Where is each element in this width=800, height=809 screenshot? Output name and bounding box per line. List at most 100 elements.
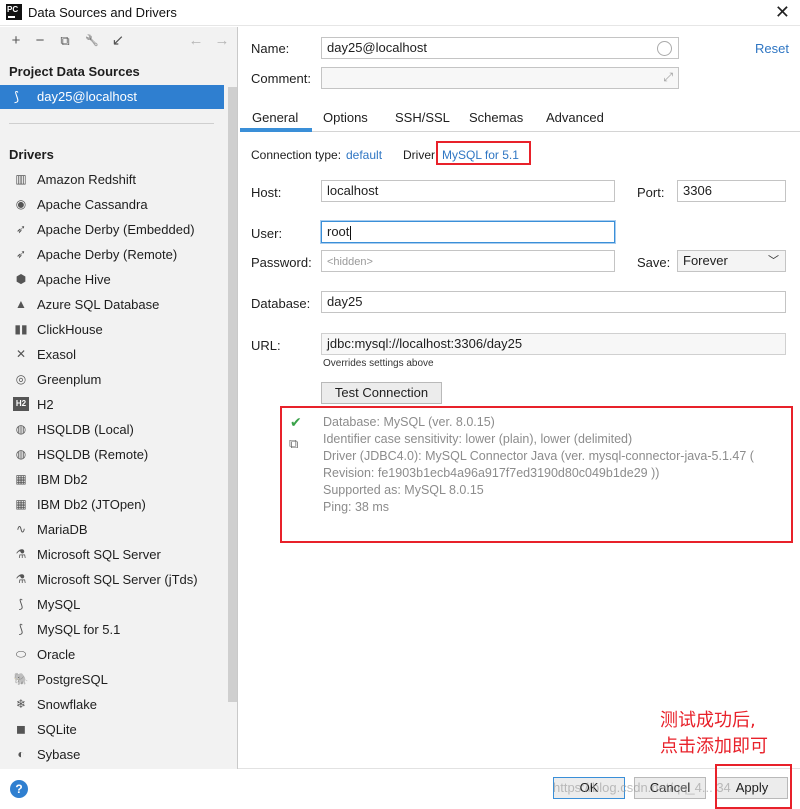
driver-label: Amazon Redshift — [37, 172, 136, 187]
driver-item[interactable]: ◐ Sybase — [0, 742, 228, 767]
cancel-button[interactable]: Cancel — [634, 777, 706, 799]
result-line: Database: MySQL (ver. 8.0.15) — [323, 415, 495, 429]
driver-label: Azure SQL Database — [37, 297, 160, 312]
driver-item[interactable]: ▲ Azure SQL Database — [0, 292, 228, 317]
driver-item[interactable]: ➶ Apache Derby (Embedded) — [0, 217, 228, 242]
help-icon[interactable]: ? — [10, 780, 28, 798]
port-label: Port: — [637, 185, 665, 200]
driver-item[interactable]: ❄ Snowflake — [0, 692, 228, 717]
driver-item[interactable]: ▥ Amazon Redshift — [0, 167, 228, 192]
url-field[interactable]: jdbc:mysql://localhost:3306/day25 — [321, 333, 786, 355]
derby-icon: ➶ — [15, 222, 27, 236]
cancel-label: Cancel — [649, 780, 691, 795]
drivers-heading: Drivers — [9, 147, 54, 162]
driver-item[interactable]: ▮▮ ClickHouse — [0, 317, 228, 342]
driver-item[interactable]: ◉ Apache Cassandra — [0, 192, 228, 217]
driver-item[interactable]: ⚗ Microsoft SQL Server — [0, 542, 228, 567]
annotation-line: 点击添加即可 — [660, 736, 768, 757]
driver-item[interactable]: ◍ HSQLDB (Remote) — [0, 442, 228, 467]
driver-label: HSQLDB (Remote) — [37, 447, 149, 462]
tab-ssh-ssl[interactable]: SSH/SSL — [395, 110, 450, 125]
section-divider — [9, 123, 214, 124]
derby-icon: ➶ — [15, 247, 27, 261]
driver-label: Oracle — [37, 647, 76, 662]
driver-item[interactable]: ⬢ Apache Hive — [0, 267, 228, 292]
driver-label: Sybase — [37, 747, 81, 762]
driver-item[interactable]: ⟆ MySQL for 5.1 — [0, 617, 228, 642]
driver-item[interactable]: 🐘 PostgreSQL — [0, 667, 228, 692]
back-arrow-icon[interactable]: ← — [188, 33, 204, 49]
driver-item[interactable]: ∿ MariaDB — [0, 517, 228, 542]
driver-item[interactable]: ⚗ Microsoft SQL Server (jTds) — [0, 567, 228, 592]
driver-item[interactable]: ◼ SQLite — [0, 717, 228, 742]
cassandra-icon: ◉ — [15, 197, 27, 211]
driver-item[interactable]: ⬭ Oracle — [0, 642, 228, 667]
title-bar: PC Data Sources and Drivers ✕ — [0, 0, 800, 26]
mssql-icon: ⚗ — [15, 547, 27, 561]
driver-label: Apache Derby (Remote) — [37, 247, 178, 262]
driver-label: IBM Db2 — [37, 472, 88, 487]
name-field[interactable]: day25@localhost — [321, 37, 679, 59]
driver-item[interactable]: ◎ Greenplum — [0, 367, 228, 392]
mariadb-icon: ∿ — [15, 522, 27, 536]
name-label: Name: — [251, 41, 290, 56]
driver-item[interactable]: ◍ HSQLDB (Local) — [0, 417, 228, 442]
password-field[interactable]: <hidden> — [321, 250, 615, 272]
driver-item[interactable]: H2 H2 — [0, 392, 228, 417]
host-field[interactable]: localhost — [321, 180, 615, 202]
tab-general[interactable]: General — [252, 110, 298, 125]
add-icon[interactable]: + — [8, 33, 24, 49]
port-field[interactable]: 3306 — [677, 180, 786, 202]
text-cursor — [350, 225, 352, 240]
driver-label: Driver: — [403, 148, 439, 162]
sqlite-icon: ◼ — [16, 722, 26, 736]
apply-button[interactable]: Apply — [716, 777, 788, 799]
ok-button[interactable]: OK — [553, 777, 625, 799]
save-select[interactable]: Forever ﹀ — [677, 250, 786, 272]
test-connection-button[interactable]: Test Connection — [321, 382, 442, 404]
test-connection-label: Test Connection — [334, 385, 429, 400]
driver-item[interactable]: ▦ IBM Db2 — [0, 467, 228, 492]
comment-field[interactable]: ⤢ — [321, 67, 679, 89]
driver-label: PostgreSQL — [37, 672, 108, 687]
driver-label: Exasol — [37, 347, 77, 362]
driver-item[interactable]: ✕ Exasol — [0, 342, 228, 367]
duplicate-icon[interactable]: ⧉ — [57, 33, 73, 49]
connection-type-link[interactable]: default — [346, 148, 382, 162]
close-icon[interactable]: ✕ — [775, 2, 790, 23]
exasol-icon: ✕ — [15, 347, 27, 361]
tab-schemas[interactable]: Schemas — [469, 110, 523, 125]
sybase-icon: ◐ — [17, 747, 25, 761]
driver-item[interactable]: ▦ IBM Db2 (JTOpen) — [0, 492, 228, 517]
window-title: Data Sources and Drivers — [28, 5, 177, 20]
redshift-icon: ▥ — [15, 172, 27, 186]
left-scrollbar[interactable] — [228, 87, 237, 702]
driver-label: H2 — [37, 397, 54, 412]
driver-link[interactable]: MySQL for 5.1 — [442, 148, 519, 162]
driver-label: IBM Db2 (JTOpen) — [37, 497, 146, 512]
database-field[interactable]: day25 — [321, 291, 786, 313]
move-icon[interactable]: ↙ — [110, 33, 126, 49]
result-line: Identifier case sensitivity: lower (plai… — [323, 432, 633, 446]
user-field[interactable]: root — [321, 221, 615, 243]
tab-options[interactable]: Options — [323, 110, 368, 125]
forward-arrow-icon[interactable]: → — [214, 33, 230, 49]
copy-icon[interactable]: ⧉ — [289, 436, 298, 452]
postgresql-icon: 🐘 — [13, 672, 29, 686]
data-source-item-selected[interactable]: ⟆ day25@localhost — [0, 85, 224, 109]
tab-advanced[interactable]: Advanced — [546, 110, 604, 125]
remove-icon[interactable]: − — [32, 33, 48, 49]
user-value: root — [327, 224, 350, 239]
wrench-icon[interactable]: 🔧 — [84, 33, 100, 49]
color-circle-icon[interactable] — [657, 41, 672, 56]
connection-type-label: Connection type: — [251, 148, 342, 162]
snowflake-icon: ❄ — [15, 697, 27, 711]
reset-link[interactable]: Reset — [755, 41, 789, 56]
expand-icon[interactable]: ⤢ — [663, 70, 673, 85]
ok-label: OK — [579, 780, 599, 795]
mysql-icon: ⟆ — [18, 597, 24, 611]
driver-item[interactable]: ⟆ MySQL — [0, 592, 228, 617]
drivers-list: ▥ Amazon Redshift ◉ Apache Cassandra ➶ Apache… — [0, 167, 228, 767]
result-line: Supported as: MySQL 8.0.15 — [323, 483, 484, 497]
driver-item[interactable]: ➶ Apache Derby (Remote) — [0, 242, 228, 267]
